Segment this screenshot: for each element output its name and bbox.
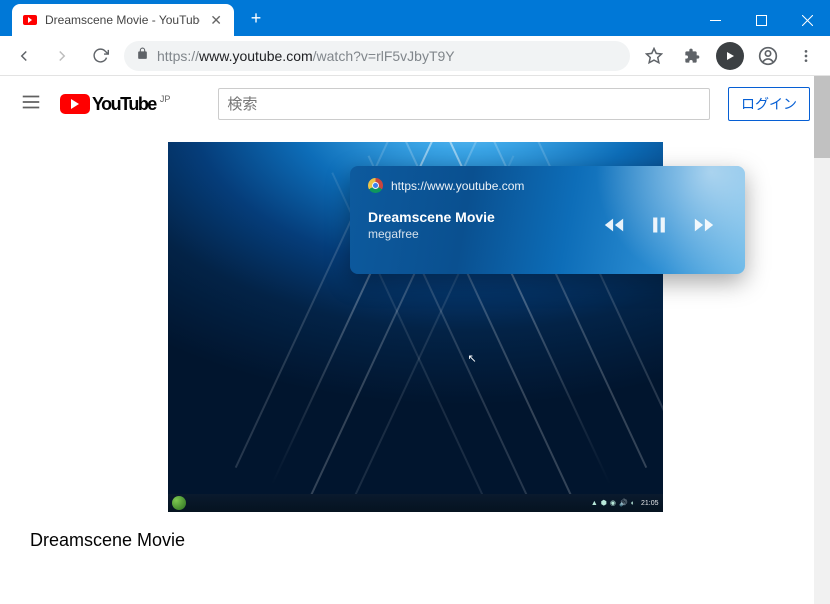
cursor-icon: ↖ xyxy=(468,352,477,365)
page-content: YouTube JP ログイン ↖ ▲⬢◉🔊◐ 21:05 Dreamscene… xyxy=(0,76,830,604)
menu-icon[interactable] xyxy=(792,42,820,70)
search-input[interactable] xyxy=(227,96,701,113)
close-window-button[interactable] xyxy=(784,4,830,36)
youtube-logo-text: YouTube xyxy=(92,94,156,115)
search-box[interactable] xyxy=(218,88,710,120)
window-titlebar: Dreamscene Movie - YouTube ✕ + xyxy=(0,0,830,36)
chrome-icon xyxy=(368,178,383,193)
bookmark-star-icon[interactable] xyxy=(640,42,668,70)
youtube-logo[interactable]: YouTube JP xyxy=(60,94,170,115)
address-bar: https://www.youtube.com/watch?v=rlF5vJby… xyxy=(0,36,830,76)
youtube-region: JP xyxy=(160,94,171,104)
login-button[interactable]: ログイン xyxy=(728,87,810,121)
media-control-popup: https://www.youtube.com Dreamscene Movie… xyxy=(350,166,745,274)
browser-tab[interactable]: Dreamscene Movie - YouTube ✕ xyxy=(12,4,234,36)
media-control-icon[interactable] xyxy=(716,42,744,70)
youtube-logo-icon xyxy=(60,94,90,114)
url-text: https://www.youtube.com/watch?v=rlF5vJby… xyxy=(157,48,455,64)
media-origin: https://www.youtube.com xyxy=(391,179,524,193)
maximize-button[interactable] xyxy=(738,4,784,36)
start-orb-icon xyxy=(172,496,186,510)
reload-button[interactable] xyxy=(86,42,114,70)
pause-button[interactable] xyxy=(649,215,669,240)
window-controls xyxy=(692,4,830,36)
system-tray: ▲⬢◉🔊◐ 21:05 xyxy=(591,499,659,507)
video-taskbar: ▲⬢◉🔊◐ 21:05 xyxy=(168,494,663,512)
next-track-button[interactable] xyxy=(693,214,715,241)
youtube-header: YouTube JP ログイン xyxy=(0,76,830,132)
youtube-favicon xyxy=(22,13,37,28)
video-title: Dreamscene Movie xyxy=(0,512,830,569)
close-tab-icon[interactable]: ✕ xyxy=(208,12,224,29)
scrollbar-thumb[interactable] xyxy=(814,76,830,158)
hamburger-icon[interactable] xyxy=(20,91,42,118)
lock-icon xyxy=(136,47,149,65)
media-controls xyxy=(603,214,715,241)
scrollbar[interactable] xyxy=(814,76,830,604)
minimize-button[interactable] xyxy=(692,4,738,36)
profile-icon[interactable] xyxy=(754,42,782,70)
forward-button[interactable] xyxy=(48,42,76,70)
previous-track-button[interactable] xyxy=(603,214,625,241)
new-tab-button[interactable]: + xyxy=(242,4,270,32)
back-button[interactable] xyxy=(10,42,38,70)
extensions-icon[interactable] xyxy=(678,42,706,70)
url-field[interactable]: https://www.youtube.com/watch?v=rlF5vJby… xyxy=(124,41,630,71)
tray-clock: 21:05 xyxy=(641,500,659,507)
tab-title: Dreamscene Movie - YouTube xyxy=(45,13,200,27)
